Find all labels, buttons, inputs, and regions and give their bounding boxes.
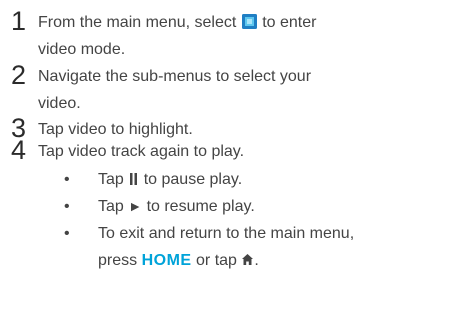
bullet-marker: • <box>64 198 70 215</box>
video-mode-icon <box>241 14 257 29</box>
step-text: Tap video track again to play. <box>38 138 448 165</box>
step-2-text-line-1: Navigate the sub-menus to select your <box>38 68 312 85</box>
step-text: Navigate the sub-menus to select your vi… <box>38 63 448 117</box>
bullet-2-text-after-icon: to resume play. <box>146 198 255 215</box>
instruction-document: 1 From the main menu, select to enter vi… <box>0 0 458 326</box>
bullet-3-text-line-1: To exit and return to the main menu, <box>98 225 355 242</box>
step-number: 2 <box>11 60 27 90</box>
bullet-text: Tap to pause play. <box>98 166 458 193</box>
bullet-3-text-press: press <box>98 252 138 269</box>
step-2-text-line-2: video. <box>38 95 81 112</box>
bullet-text: To exit and return to the main menu, pre… <box>98 220 458 274</box>
play-icon: ► <box>128 198 143 214</box>
bullet-marker: • <box>64 171 70 188</box>
step-1-text-before-icon: From the main menu, select <box>38 14 237 31</box>
bullet-marker: • <box>64 225 70 242</box>
step-text: From the main menu, select to enter vide… <box>38 9 448 63</box>
step-number: 1 <box>11 6 27 36</box>
home-icon <box>242 254 254 265</box>
pause-icon <box>130 173 138 185</box>
step-4-text: Tap video track again to play. <box>38 143 245 160</box>
step-number: 4 <box>11 135 27 165</box>
bullet-3-text-period: . <box>254 252 259 269</box>
bullet-text: Tap ► to resume play. <box>98 193 458 220</box>
step-1-text-after-icon: to enter <box>262 14 317 31</box>
bullet-1-text-before-icon: Tap <box>98 171 124 188</box>
bullet-2-text-before-icon: Tap <box>98 198 124 215</box>
step-3-text: Tap video to highlight. <box>38 121 193 138</box>
bullet-3-text-or-tap: or tap <box>196 252 237 269</box>
step-1-text-line-2: video mode. <box>38 41 126 58</box>
bullet-1-text-after-icon: to pause play. <box>143 171 243 188</box>
home-keyword: HOME <box>141 252 192 269</box>
